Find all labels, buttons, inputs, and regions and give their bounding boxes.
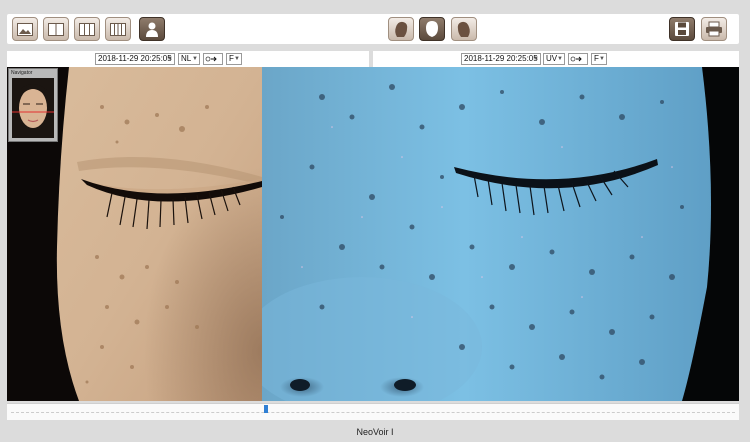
print-icon xyxy=(706,21,722,37)
timeline-bar[interactable] xyxy=(7,403,739,420)
arrow-right-icon xyxy=(205,56,217,62)
image-view-button[interactable] xyxy=(12,17,38,41)
face-right-icon xyxy=(457,21,470,37)
four-pane-button[interactable] xyxy=(105,17,131,41)
left-mode-select[interactable]: NL ▼ xyxy=(178,53,200,65)
chevron-down-icon: ▼ xyxy=(533,56,539,62)
two-pane-icon xyxy=(48,22,64,36)
timeline-handle[interactable] xyxy=(264,405,268,413)
profile-button[interactable] xyxy=(139,17,165,41)
three-pane-button[interactable] xyxy=(74,17,100,41)
comparison-viewport[interactable] xyxy=(7,67,739,401)
uv-light-image[interactable] xyxy=(262,67,739,401)
chevron-down-icon: ▼ xyxy=(234,56,240,62)
arrow-right-icon xyxy=(570,56,582,62)
chevron-down-icon: ▼ xyxy=(167,56,173,62)
profile-icon xyxy=(146,22,158,37)
left-control-bar: 2018-11-29 20:25:05 ▼ NL ▼ F ▼ xyxy=(7,51,369,67)
four-pane-icon xyxy=(110,22,126,36)
right-sync-select[interactable] xyxy=(568,53,588,65)
three-pane-icon xyxy=(79,22,95,36)
face-left-button[interactable] xyxy=(388,17,414,41)
left-datetime-select[interactable]: 2018-11-29 20:25:05 ▼ xyxy=(95,53,175,65)
save-icon xyxy=(675,22,689,36)
face-front-icon xyxy=(426,21,438,37)
save-button[interactable] xyxy=(669,17,695,41)
face-left-icon xyxy=(395,21,408,37)
face-right-button[interactable] xyxy=(451,17,477,41)
left-mode-value: NL xyxy=(181,54,192,63)
left-sync-select[interactable] xyxy=(203,53,223,65)
right-datetime-value: 2018-11-29 20:25:05 xyxy=(464,54,538,63)
right-mode-select[interactable]: UV ▼ xyxy=(543,53,565,65)
chevron-down-icon: ▼ xyxy=(599,56,605,62)
main-toolbar xyxy=(7,14,739,44)
right-control-bar: 2018-11-29 20:25:05 ▼ UV ▼ F ▼ xyxy=(373,51,739,67)
navigator-thumbnail[interactable] xyxy=(12,78,54,138)
image-view-icon xyxy=(17,22,33,36)
navigator-panel[interactable]: Navigator xyxy=(8,68,58,142)
left-datetime-value: 2018-11-29 20:25:05 xyxy=(98,54,172,63)
timeline-track xyxy=(11,412,735,414)
face-front-button[interactable] xyxy=(419,17,445,41)
right-mode-value: UV xyxy=(546,54,558,63)
app-brand-label: NeoVoir I xyxy=(356,427,394,437)
left-face-select[interactable]: F ▼ xyxy=(226,53,242,65)
right-datetime-select[interactable]: 2018-11-29 20:25:05 ▼ xyxy=(461,53,541,65)
right-face-select[interactable]: F ▼ xyxy=(591,53,607,65)
chevron-down-icon: ▼ xyxy=(192,56,198,62)
two-pane-button[interactable] xyxy=(43,17,69,41)
navigator-title: Navigator xyxy=(11,70,33,76)
chevron-down-icon: ▼ xyxy=(557,56,563,62)
print-button[interactable] xyxy=(701,17,727,41)
